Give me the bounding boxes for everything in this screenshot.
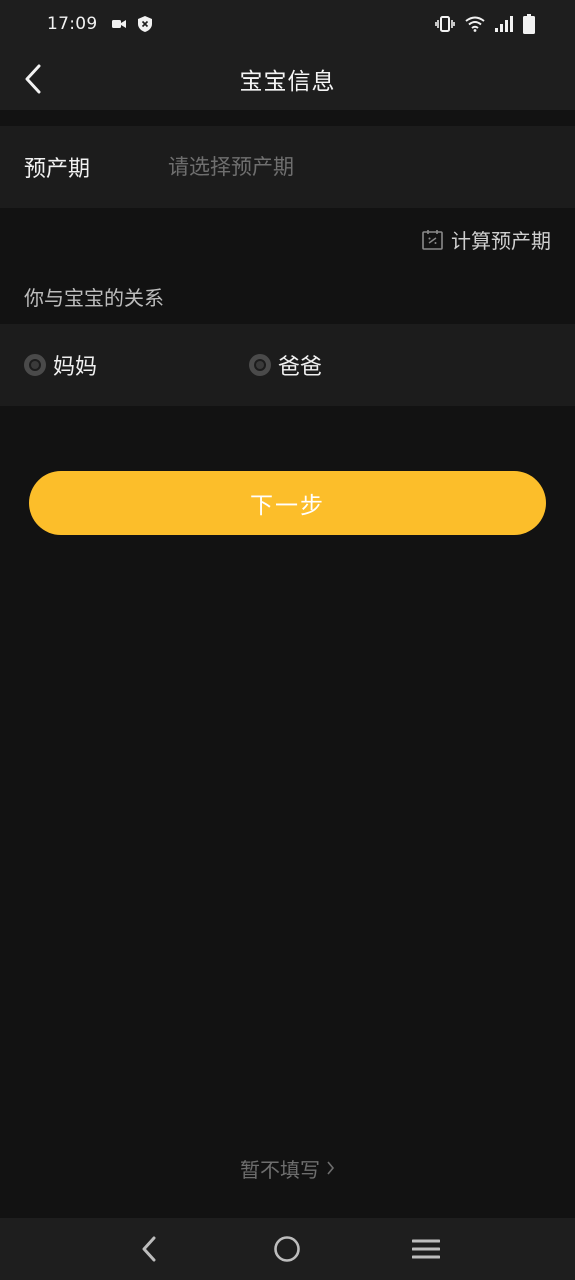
- calendar-icon: [422, 229, 443, 250]
- page-title: 宝宝信息: [239, 69, 336, 95]
- status-time: 17:09: [47, 14, 98, 34]
- navigation-bar: [0, 1218, 575, 1280]
- calculate-due-date-label: 计算预产期: [451, 228, 551, 253]
- nav-home-button[interactable]: [257, 1224, 317, 1274]
- nav-menu-button[interactable]: [396, 1224, 456, 1274]
- due-date-input[interactable]: [168, 155, 575, 179]
- header: 宝宝信息: [0, 48, 575, 110]
- relation-title: 你与宝宝的关系: [24, 286, 164, 310]
- radio-icon: [24, 354, 46, 376]
- screen: 17:09 宝宝信息 预产期 请选择预产期 计算预产期 你与宝宝的关系 妈妈 爸…: [0, 0, 575, 1280]
- chevron-left-icon: [24, 64, 42, 94]
- due-date-label: 预产期: [24, 157, 91, 182]
- radio-label-mom: 妈妈: [53, 355, 98, 380]
- back-button[interactable]: [14, 60, 52, 98]
- status-left-icons: [111, 16, 152, 32]
- shield-icon: [137, 16, 152, 32]
- radio-label-dad: 爸爸: [278, 355, 323, 380]
- battery-icon: [523, 14, 535, 34]
- skip-link[interactable]: 暂不填写: [0, 1150, 575, 1186]
- chevron-right-icon: [326, 1160, 335, 1176]
- status-bar: 17:09: [0, 0, 575, 48]
- vibrate-icon: [435, 16, 455, 32]
- radio-icon: [249, 354, 271, 376]
- next-button[interactable]: 下一步: [29, 471, 546, 535]
- radio-option-dad[interactable]: 爸爸: [249, 349, 322, 381]
- menu-icon: [411, 1238, 440, 1260]
- wifi-icon: [465, 16, 485, 32]
- back-icon: [141, 1236, 157, 1262]
- skip-label: 暂不填写: [240, 1157, 320, 1182]
- calculate-due-date-link[interactable]: 计算预产期: [422, 222, 551, 256]
- relation-options: 妈妈 爸爸: [0, 324, 575, 406]
- home-icon: [273, 1235, 301, 1263]
- radio-option-mom[interactable]: 妈妈: [24, 349, 249, 381]
- video-icon: [111, 19, 126, 29]
- due-date-row[interactable]: 预产期: [0, 126, 575, 208]
- nav-back-button[interactable]: [119, 1224, 179, 1274]
- status-right-icons: [435, 14, 535, 34]
- signal-icon: [495, 16, 513, 32]
